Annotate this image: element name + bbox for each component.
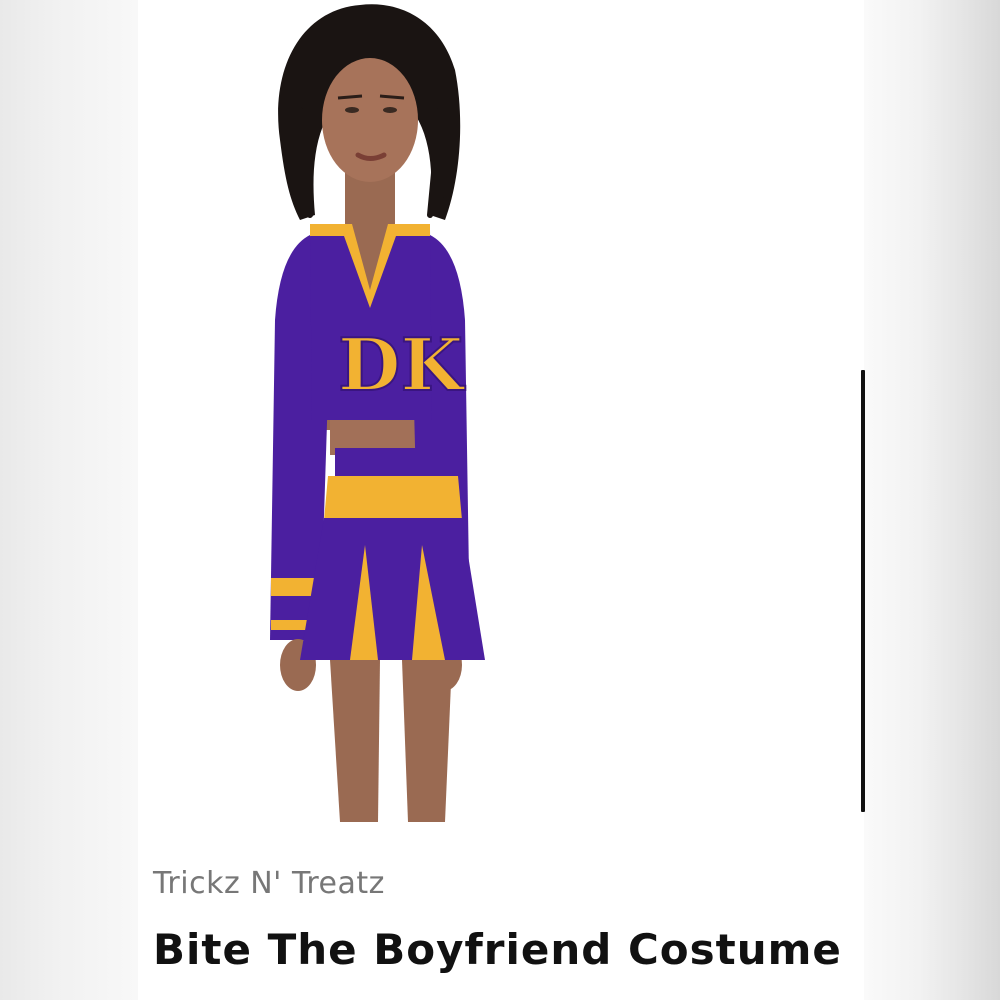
- product-title: Bite The Boyfriend Costume: [153, 925, 842, 974]
- shirt-print: DK: [338, 322, 465, 407]
- left-backdrop: [0, 0, 138, 1000]
- product-image[interactable]: DK: [140, 0, 600, 822]
- right-backdrop: [864, 0, 1000, 1000]
- brand-name[interactable]: Trickz N' Treatz: [153, 866, 385, 901]
- scrollbar[interactable]: [861, 370, 865, 812]
